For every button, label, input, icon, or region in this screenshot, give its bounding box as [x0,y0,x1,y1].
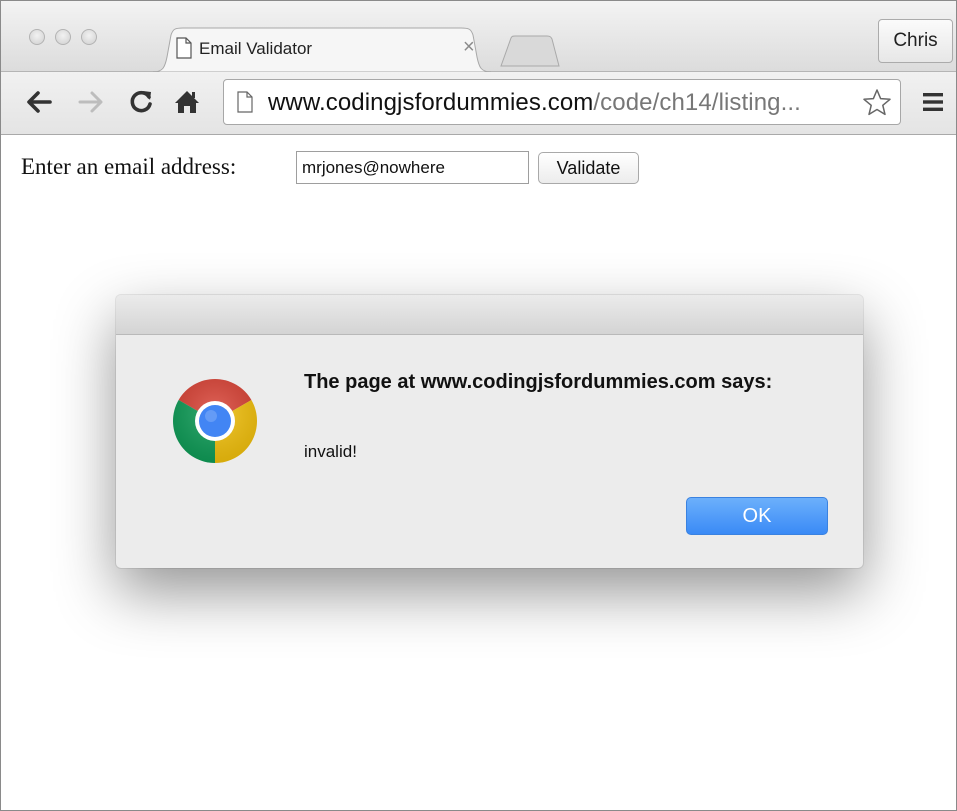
dialog-heading: The page at www.codingjsfordummies.com s… [304,371,773,393]
tab-email-validator[interactable]: Email Validator × [153,27,491,73]
validate-button[interactable]: Validate [538,152,639,184]
dialog-titlebar [116,295,863,335]
profile-name: Chris [893,30,938,51]
browser-titlebar: Email Validator × Chris [1,1,956,73]
new-tab-button[interactable] [497,35,561,67]
chrome-logo-icon [164,370,266,472]
email-label: Enter an email address: [21,154,237,179]
browser-toolbar: www.codingjsfordummies.com/code/ch14/lis… [1,72,956,135]
reload-icon[interactable] [125,86,157,118]
back-arrow-icon[interactable] [23,86,55,118]
zoom-window-button[interactable] [81,29,97,45]
page-icon [236,91,254,118]
menu-icon[interactable] [918,87,948,117]
alert-dialog: The page at www.codingjsfordummies.com s… [116,295,863,568]
home-icon[interactable] [171,86,203,118]
url-host: www.codingjsfordummies.com [268,89,594,116]
ok-button[interactable]: OK [686,497,828,535]
dialog-message: invalid! [304,442,357,461]
address-bar[interactable]: www.codingjsfordummies.com/code/ch14/lis… [223,79,901,125]
email-input[interactable] [296,151,529,184]
minimize-window-button[interactable] [55,29,71,45]
profile-button[interactable]: Chris [878,19,953,63]
address-url: www.codingjsfordummies.com/code/ch14/lis… [268,89,801,117]
url-path: /code/ch14/listing... [593,89,801,116]
browser-window: Email Validator × Chris www.codingjsford… [0,0,957,811]
page-content: Enter an email address: Validate [1,135,956,810]
page-icon [175,37,193,59]
tab-close-icon[interactable]: × [463,36,475,59]
forward-arrow-icon[interactable] [75,86,107,118]
tab-title: Email Validator [199,39,313,58]
star-icon[interactable] [862,88,892,121]
close-window-button[interactable] [29,29,45,45]
